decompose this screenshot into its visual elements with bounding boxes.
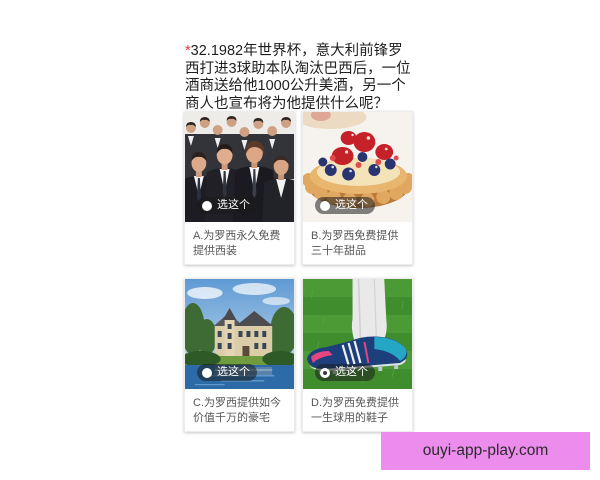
option-c-caption: C.为罗西提供如今 价值千万的豪宅 [185, 389, 294, 431]
radio-icon[interactable] [202, 200, 212, 211]
caption-line: 一生球用的鞋子 [311, 411, 388, 424]
caption-line: D.为罗西免费提供 [311, 397, 399, 409]
option-b-photo[interactable]: 选这个 [303, 112, 412, 222]
option-b-select-button[interactable]: 选这个 [315, 197, 375, 214]
select-label: 选这个 [217, 366, 250, 378]
option-d-select-button[interactable]: 选这个 [315, 364, 375, 381]
question-line-text: 32.1982年世界杯，意大利前锋罗 [190, 43, 403, 59]
option-c-photo[interactable]: 选这个 [185, 279, 294, 389]
caption-line: 三十年甜品 [311, 244, 366, 257]
caption-line: A.为罗西永久免费 [193, 230, 281, 242]
option-d-caption: D.为罗西免费提供 一生球用的鞋子 [303, 389, 412, 431]
question-line: 酒商送给他1000公升美酒，另一个 [185, 78, 406, 95]
select-label: 选这个 [335, 366, 368, 378]
option-card-c[interactable]: 选这个 C.为罗西提供如今 价值千万的豪宅 [184, 278, 295, 432]
option-a-select-button[interactable]: 选这个 [197, 197, 257, 214]
option-a-photo[interactable]: 选这个 [185, 112, 294, 222]
radio-icon[interactable] [320, 367, 330, 378]
caption-line: C.为罗西提供如今 [193, 397, 281, 409]
option-card-d[interactable]: 选这个 D.为罗西免费提供 一生球用的鞋子 [302, 278, 413, 432]
caption-line: B.为罗西免费提供 [311, 230, 399, 242]
question-line: *32.1982年世界杯，意大利前锋罗 [185, 43, 420, 61]
radio-icon[interactable] [320, 200, 330, 211]
option-a-caption: A.为罗西永久免费 提供西装 [185, 222, 294, 264]
watermark-banner: ouyi-app-play.com [381, 432, 590, 470]
select-label: 选这个 [217, 199, 250, 211]
option-d-photo[interactable]: 选这个 [303, 279, 412, 389]
option-b-caption: B.为罗西免费提供 三十年甜品 [303, 222, 412, 264]
caption-line: 价值千万的豪宅 [193, 411, 270, 424]
question-text: *32.1982年世界杯，意大利前锋罗 西打进3球助本队淘汰巴西后，一位 酒商送… [185, 43, 420, 113]
radio-icon[interactable] [202, 367, 212, 378]
select-label: 选这个 [335, 199, 368, 211]
option-card-a[interactable]: 选这个 A.为罗西永久免费 提供西装 [184, 111, 295, 265]
question-line: 西打进3球助本队淘汰巴西后，一位 [185, 60, 411, 77]
caption-line: 提供西装 [193, 244, 237, 257]
option-card-b[interactable]: 选这个 B.为罗西免费提供 三十年甜品 [302, 111, 413, 265]
option-c-select-button[interactable]: 选这个 [197, 364, 257, 381]
